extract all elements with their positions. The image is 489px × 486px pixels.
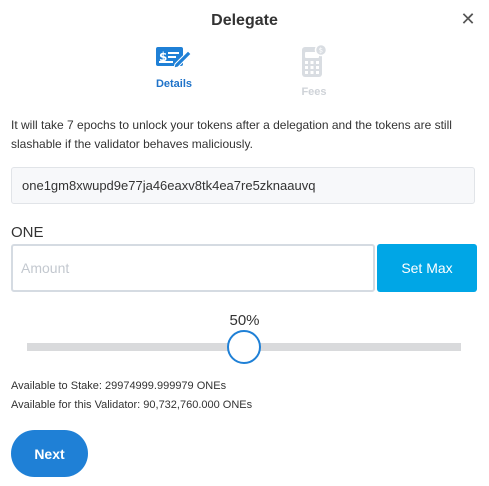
available-to-stake: Available to Stake: 29974999.999979 ONEs [11, 380, 227, 392]
set-max-button[interactable]: Set Max [377, 244, 477, 292]
slider-percent-label: 50% [229, 312, 260, 329]
check-pen-icon: $ [156, 47, 192, 69]
next-button[interactable]: Next [11, 430, 88, 477]
amount-row: Set Max [11, 244, 477, 292]
slider-handle[interactable] [227, 330, 261, 364]
amount-input[interactable] [11, 244, 375, 292]
amount-slider[interactable] [27, 330, 461, 364]
validator-address: one1gm8xwupd9e77ja46eaxv8tk4ea7re5zknaau… [11, 167, 475, 204]
calculator-icon: $ [302, 44, 328, 77]
step-details[interactable]: $ Details [134, 44, 214, 90]
delegate-dialog: Delegate ✕ $ Details $ Fees It will take… [0, 0, 489, 486]
unlock-info-text: It will take 7 epochs to unlock your tok… [11, 118, 452, 151]
available-for-validator: Available for this Validator: 90,732,760… [11, 399, 253, 411]
step-fees[interactable]: $ Fees [274, 44, 354, 98]
stepper: $ Details $ Fees [0, 44, 489, 104]
step-label-details: Details [155, 78, 193, 90]
amount-unit-label: ONE [11, 224, 44, 241]
svg-text:$: $ [319, 47, 323, 55]
close-icon[interactable]: ✕ [459, 10, 477, 28]
dialog-title: Delegate [211, 12, 278, 29]
step-label-fees: Fees [301, 86, 327, 98]
